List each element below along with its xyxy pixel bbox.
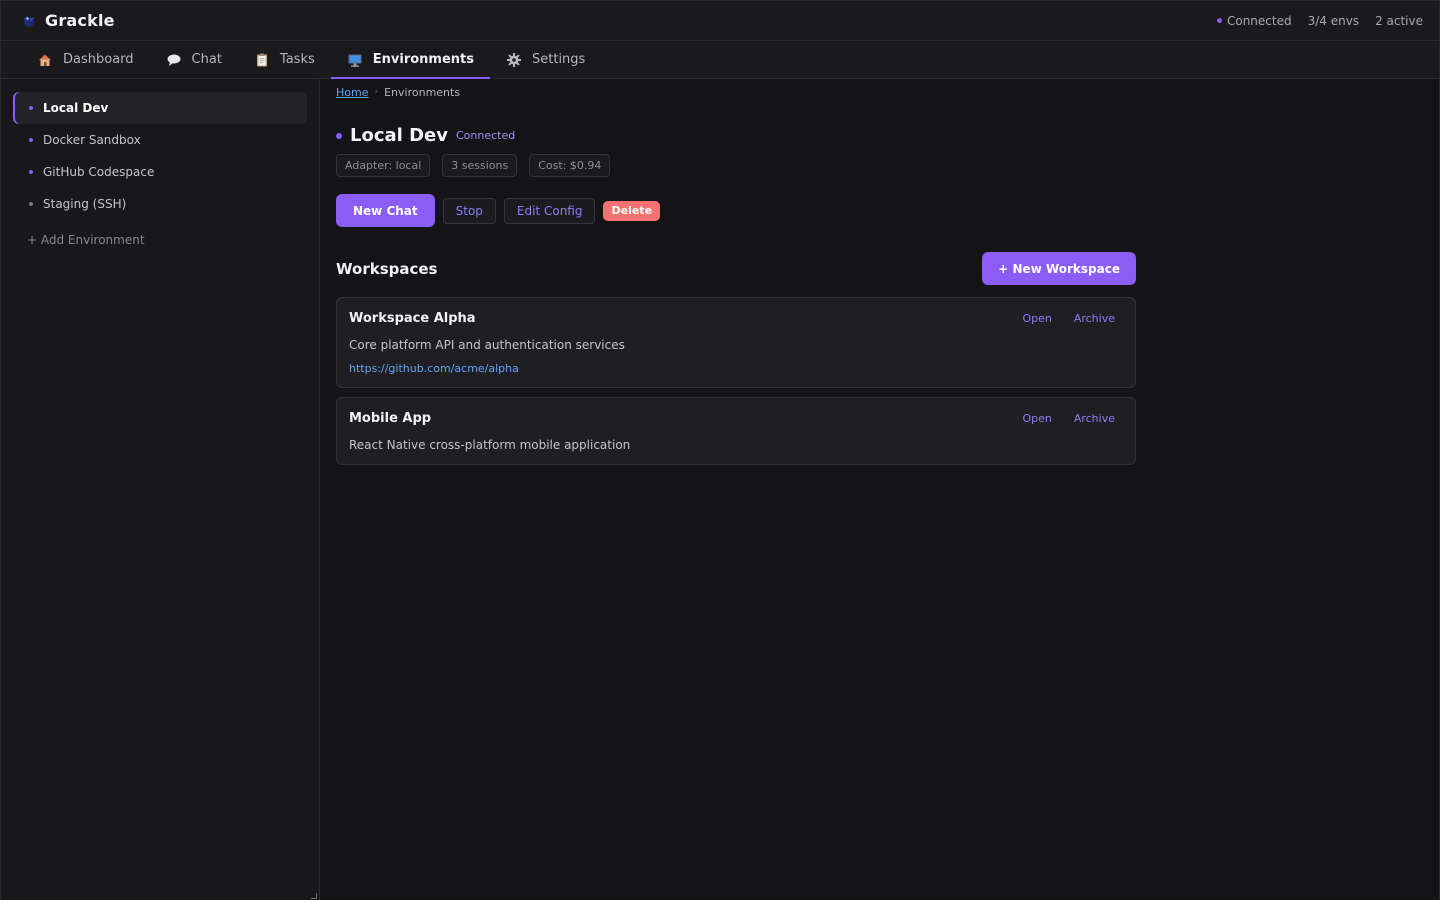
workspaces-title: Workspaces xyxy=(336,259,438,278)
sidebar-item-label: Docker Sandbox xyxy=(43,133,141,147)
connection-label: Connected xyxy=(1226,13,1292,28)
workspace-description: Core platform API and authentication ser… xyxy=(349,338,625,352)
workspace-repo-link[interactable]: https://github.com/acme/alpha xyxy=(349,362,1123,375)
delete-button[interactable]: Delete xyxy=(603,200,661,221)
environment-sidebar: Local Dev Docker Sandbox GitHub Codespac… xyxy=(1,79,320,900)
breadcrumb-home-link[interactable]: Home xyxy=(336,86,368,99)
brand[interactable]: Grackle xyxy=(21,11,115,30)
clipboard-icon xyxy=(254,52,270,68)
open-workspace-link[interactable]: Open xyxy=(1022,312,1051,325)
envs-count: 3/4 envs xyxy=(1307,13,1360,28)
environment-actions: New Chat Stop Edit Config Delete xyxy=(336,194,1423,227)
status-dot-icon xyxy=(1216,18,1222,23)
edit-config-button[interactable]: Edit Config xyxy=(503,197,596,224)
workspace-card-header: Mobile App Open Archive xyxy=(349,411,1123,426)
tab-label: Chat xyxy=(191,52,222,67)
workspaces-header: Workspaces + New Workspace xyxy=(336,252,1136,285)
tab-tasks[interactable]: Tasks xyxy=(238,41,331,78)
active-count: 2 active xyxy=(1375,13,1423,28)
app-name: Grackle xyxy=(45,11,115,30)
status-dot-icon xyxy=(29,138,33,142)
status-dot-icon xyxy=(336,132,342,139)
content-area: Local Dev Docker Sandbox GitHub Codespac… xyxy=(1,79,1439,900)
main-tabs: Dashboard Chat Tasks Environments Settin… xyxy=(1,41,1439,79)
breadcrumb-current: Environments xyxy=(384,85,461,99)
grackle-logo-icon xyxy=(21,13,37,29)
workspace-card: Mobile App Open Archive React Native cro… xyxy=(336,397,1136,465)
tab-label: Settings xyxy=(532,52,586,67)
workspace-description: React Native cross-platform mobile appli… xyxy=(349,438,631,452)
sidebar-item-docker-sandbox[interactable]: Docker Sandbox xyxy=(13,124,307,156)
tab-label: Tasks xyxy=(279,52,315,67)
status-dot-icon xyxy=(29,202,33,206)
environment-header: Local Dev Connected xyxy=(336,125,1423,146)
stop-button[interactable]: Stop xyxy=(442,197,496,224)
computer-icon xyxy=(347,52,363,68)
tab-settings[interactable]: Settings xyxy=(490,41,601,78)
status-badge: Connected xyxy=(455,129,516,142)
top-bar: Grackle Connected 3/4 envs 2 active xyxy=(1,1,1439,41)
breadcrumb-separator-icon: › xyxy=(374,87,379,97)
sidebar-item-label: Local Dev xyxy=(43,101,109,115)
workspace-actions: Open Archive xyxy=(1022,412,1123,425)
open-workspace-link[interactable]: Open xyxy=(1022,412,1051,425)
archive-workspace-link[interactable]: Archive xyxy=(1074,412,1115,425)
sidebar-item-github-codespace[interactable]: GitHub Codespace xyxy=(13,156,307,188)
sidebar-item-local-dev[interactable]: Local Dev xyxy=(13,92,307,124)
page-title: Local Dev xyxy=(350,125,448,146)
speech-bubble-icon xyxy=(166,52,182,68)
resize-handle-icon[interactable] xyxy=(311,893,317,899)
status-bar: Connected 3/4 envs 2 active xyxy=(1216,13,1423,28)
house-icon xyxy=(37,52,53,68)
tab-label: Dashboard xyxy=(63,52,134,67)
status-dot-icon xyxy=(29,106,33,110)
sidebar-item-staging-ssh[interactable]: Staging (SSH) xyxy=(13,188,307,220)
workspace-name: Workspace Alpha xyxy=(349,311,476,326)
tab-chat[interactable]: Chat xyxy=(150,41,238,78)
sidebar-item-label: Staging (SSH) xyxy=(43,197,127,211)
workspace-card: Workspace Alpha Open Archive Core platfo… xyxy=(336,297,1136,388)
adapter-chip: Adapter: local xyxy=(336,154,431,177)
tab-label: Environments xyxy=(372,52,474,67)
workspace-actions: Open Archive xyxy=(1022,312,1123,325)
gear-icon xyxy=(506,52,522,68)
workspace-card-header: Workspace Alpha Open Archive xyxy=(349,311,1123,326)
main-panel: Home › Environments Local Dev Connected … xyxy=(320,79,1439,900)
tab-dashboard[interactable]: Dashboard xyxy=(21,41,150,78)
archive-workspace-link[interactable]: Archive xyxy=(1074,312,1115,325)
new-chat-button[interactable]: New Chat xyxy=(336,194,435,227)
cost-chip: Cost: $0.94 xyxy=(529,154,611,177)
add-environment-button[interactable]: + Add Environment xyxy=(13,233,307,247)
workspace-name: Mobile App xyxy=(349,411,432,426)
new-workspace-button[interactable]: + New Workspace xyxy=(982,252,1136,285)
tab-environments[interactable]: Environments xyxy=(330,41,491,79)
environment-meta: Adapter: local 3 sessions Cost: $0.94 xyxy=(336,154,1423,177)
breadcrumb: Home › Environments xyxy=(336,85,1423,99)
app-window: Grackle Connected 3/4 envs 2 active Dash… xyxy=(0,0,1440,900)
status-dot-icon xyxy=(29,170,33,174)
sidebar-item-label: GitHub Codespace xyxy=(43,165,155,179)
connection-status: Connected xyxy=(1216,13,1292,28)
sessions-chip: 3 sessions xyxy=(442,154,518,177)
